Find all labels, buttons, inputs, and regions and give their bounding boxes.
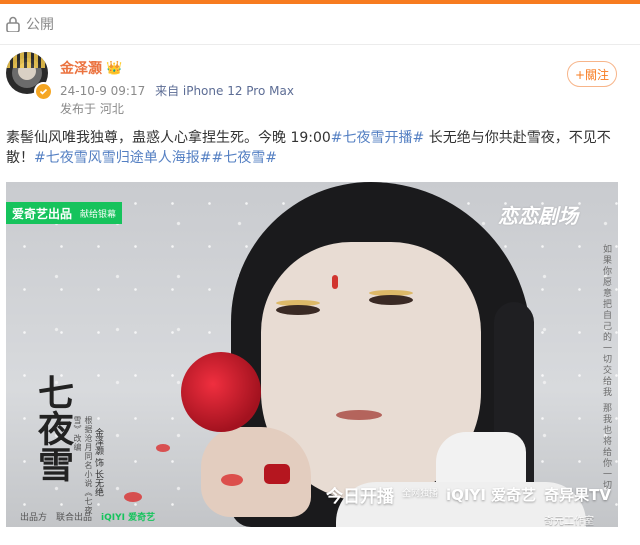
- poster-actor: 金泽灏 饰 长无绝: [93, 428, 103, 497]
- forehead-mark: [332, 275, 338, 289]
- top-accent-bar: [0, 0, 640, 4]
- iqiyi-logo: iQIYI 爱奇艺: [446, 486, 537, 504]
- brand-label: 爱奇艺出品: [12, 206, 73, 221]
- author-name[interactable]: 金泽灏 👑: [60, 58, 122, 78]
- poster-poem: 如果你愿意把自己的一切交给我 那我也将给你一切: [601, 244, 611, 491]
- post-text: 素髻仙风唯我独尊，蛊惑人心拿捏生死。今晚 19:00#七夜雪开播# 长无绝与你共…: [6, 128, 616, 168]
- privacy-label: 公開: [26, 17, 54, 33]
- airing-banner: 今日开播 全网独播 iQIYI 爱奇艺 奇异果TV: [326, 482, 611, 507]
- header-divider: [0, 44, 640, 45]
- brand-sub-label: 献给银幕: [80, 209, 117, 220]
- lock-icon: [6, 16, 20, 32]
- author-name-text[interactable]: 金泽灏: [60, 58, 102, 78]
- crown-icon: 👑: [106, 60, 123, 76]
- footer-logo: iQIYI 爱奇艺: [101, 513, 156, 523]
- footer-logo: 联合出品: [56, 513, 93, 523]
- post-location: 发布于 河北: [60, 102, 124, 116]
- follow-button[interactable]: +關注: [567, 61, 617, 87]
- airing-small: 全网独播: [402, 489, 439, 499]
- brand-badge: 爱奇艺出品 献给银幕: [6, 202, 123, 224]
- hashtag-poster[interactable]: #七夜雪风雪归途单人海报#: [34, 150, 211, 166]
- poster-footer-logos: 出品方 联合出品 iQIYI 爱奇艺: [20, 510, 155, 523]
- poster-title: 七夜雪: [32, 374, 74, 482]
- verified-badge-icon: [34, 82, 53, 101]
- qiyiguo-logo: 奇异果TV: [544, 486, 611, 504]
- privacy-indicator: 公開: [6, 14, 54, 34]
- rose-image: [181, 352, 261, 432]
- airing-label: 今日开播: [326, 487, 394, 507]
- poster-image[interactable]: 爱奇艺出品 献给银幕 恋恋剧场 如果你愿意把自己的一切交给我 那我也将给你一切 …: [6, 182, 618, 527]
- hashtag-show[interactable]: #七夜雪#: [211, 150, 276, 166]
- post-source: 来自 iPhone 12 Pro Max: [155, 84, 294, 98]
- post-date[interactable]: 24-10-9 09:17: [60, 84, 145, 98]
- hashtag-premiere[interactable]: #七夜雪开播#: [331, 130, 424, 146]
- channel-logo: 恋恋剧场: [498, 204, 578, 228]
- post-text-part1: 素髻仙风唯我独尊，蛊惑人心拿捏生死。今晚 19:00: [6, 130, 331, 146]
- post-meta: 24-10-9 09:17 来自 iPhone 12 Pro Max: [60, 82, 300, 99]
- studio-label: 奇元工作室: [544, 516, 594, 527]
- footer-logo: 出品方: [20, 513, 48, 523]
